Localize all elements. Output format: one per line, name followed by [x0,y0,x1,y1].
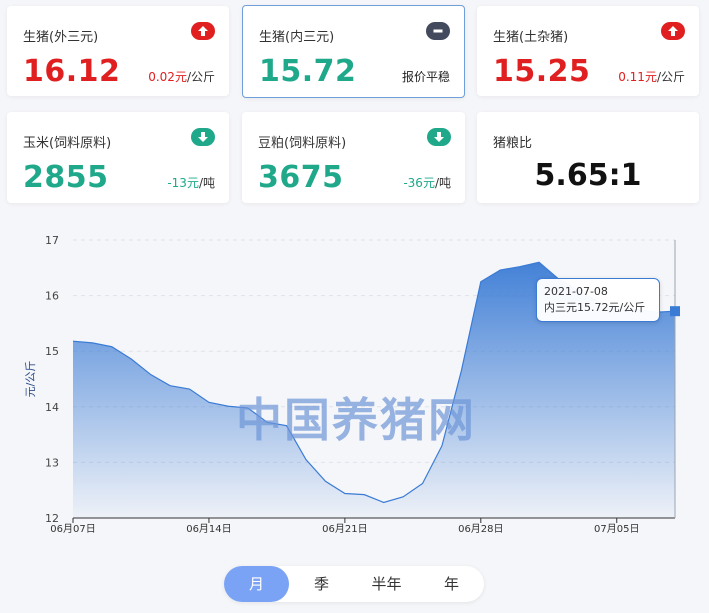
arrow-down-icon [427,128,451,146]
range-tab-month[interactable]: 月 [224,566,289,602]
card-change: 报价平稳 [401,70,450,84]
card-value: 15.72 [259,54,357,89]
tooltip-text: 内三元15.72元/公斤 [544,301,646,314]
price-card-corn[interactable]: 玉米(饲料原料) 2855 -13元/吨 [7,112,229,203]
price-card-outer-three[interactable]: 生猪(外三元) 16.12 0.02元/公斤 [7,6,229,96]
x-tick-label: 06月07日 [50,523,95,535]
card-value: 3675 [258,160,344,195]
card-change: -36元/吨 [403,176,451,190]
y-tick-label: 16 [45,290,59,303]
y-tick-label: 13 [45,456,59,469]
tooltip-date: 2021-07-08 [544,285,608,298]
y-axis-label: 元/公斤 [24,361,37,398]
card-change: 0.11元/公斤 [618,70,685,84]
card-title: 生猪(外三元) [23,30,99,45]
x-tick-label: 06月14日 [186,523,231,535]
arrow-up-icon [661,22,685,40]
card-value: 15.25 [493,54,591,89]
y-tick-label: 17 [45,234,59,247]
card-change: 0.02元/公斤 [148,70,215,84]
x-tick-label: 06月28日 [458,523,503,535]
range-tab-quarter[interactable]: 季 [289,566,354,602]
price-card-local-hog[interactable]: 生猪(土杂猪) 15.25 0.11元/公斤 [477,6,699,96]
range-selector: 月 季 半年 年 [224,566,484,602]
arrow-up-icon [191,22,215,40]
y-tick-label: 15 [45,345,59,358]
watermark: 中国养猪网 [236,393,476,447]
range-tab-half-year[interactable]: 半年 [354,566,419,602]
card-title: 玉米(饲料原料) [23,136,112,151]
minus-icon [426,22,450,40]
price-card-hog-grain-ratio[interactable]: 猪粮比 5.65:1 [477,112,699,203]
price-card-soymeal[interactable]: 豆粕(饲料原料) 3675 -36元/吨 [242,112,465,203]
x-tick-label: 07月05日 [594,523,639,535]
y-tick-label: 14 [45,401,59,414]
card-title: 生猪(内三元) [259,30,335,45]
arrow-down-icon [191,128,215,146]
range-tab-year[interactable]: 年 [419,566,484,602]
card-value: 16.12 [23,54,121,89]
card-change: -13元/吨 [167,176,215,190]
card-title: 生猪(土杂猪) [493,30,569,45]
x-tick-label: 06月21日 [322,523,367,535]
selected-point [670,306,680,317]
card-title: 豆粕(饲料原料) [258,136,347,151]
price-card-inner-three[interactable]: 生猪(内三元) 15.72 报价平稳 [242,5,465,98]
card-value: 2855 [23,160,109,195]
chart-tooltip: 2021-07-08 内三元15.72元/公斤 [536,278,660,322]
card-title: 猪粮比 [493,136,533,151]
card-value: 5.65:1 [534,158,642,193]
